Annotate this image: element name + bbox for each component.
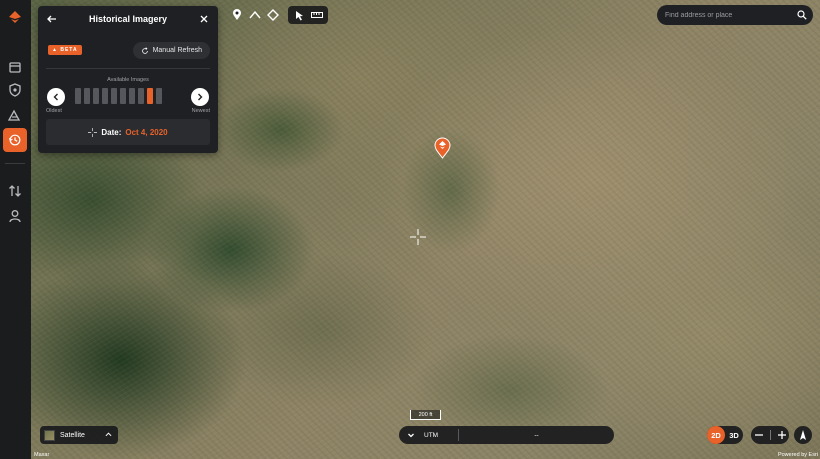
back-arrow-icon[interactable] — [46, 13, 58, 25]
map-marker-icon[interactable] — [434, 137, 451, 159]
zoom-control — [751, 426, 789, 444]
pin-tool[interactable] — [228, 6, 246, 24]
timeline-image[interactable] — [120, 88, 126, 104]
timeline-image[interactable] — [111, 88, 117, 104]
pointer-tool[interactable] — [290, 6, 308, 24]
map-crosshair-icon — [410, 229, 426, 245]
image-timeline[interactable] — [75, 88, 162, 104]
basemap-layer-button[interactable]: Satellite — [40, 426, 118, 444]
beta-badge: ▲ BETA — [48, 45, 82, 55]
coordinate-system-select[interactable]: UTM — [424, 432, 458, 439]
panel-divider — [46, 68, 210, 69]
oldest-label: Oldest — [46, 108, 62, 114]
zoom-out-icon[interactable] — [754, 431, 763, 439]
ruler-icon — [311, 12, 323, 18]
view-mode-toggle: 2D 3D — [707, 426, 743, 444]
user-icon[interactable] — [7, 208, 23, 224]
left-rail — [0, 0, 31, 459]
chevron-left-icon — [53, 93, 58, 101]
coordinate-value: -- — [534, 431, 539, 439]
search-input[interactable] — [665, 11, 791, 19]
timeline-image[interactable] — [75, 88, 81, 104]
timeline-image[interactable] — [84, 88, 90, 104]
refresh-label: Manual Refresh — [152, 47, 202, 54]
chevron-right-icon — [198, 93, 203, 101]
logo-icon[interactable] — [8, 10, 22, 24]
scale-bar: 200 ft — [410, 410, 441, 420]
zoom-divider — [769, 430, 771, 440]
imagery-attribution: Maxar — [34, 452, 50, 458]
pin-icon — [233, 9, 241, 20]
timeline-image[interactable] — [93, 88, 99, 104]
newest-label: Newest — [191, 108, 210, 114]
timeline-image[interactable] — [129, 88, 135, 104]
compass-button[interactable] — [794, 426, 812, 444]
manual-refresh-button[interactable]: Manual Refresh — [132, 42, 210, 59]
close-icon[interactable] — [198, 13, 210, 25]
shield-icon[interactable] — [7, 82, 23, 98]
timeline-image[interactable] — [138, 88, 144, 104]
zoom-in-icon[interactable] — [777, 431, 786, 439]
calendar-icon[interactable] — [7, 59, 23, 75]
rail-divider — [5, 163, 25, 164]
pointer-icon — [295, 10, 303, 20]
line-icon — [249, 10, 261, 19]
crosshair-small-icon — [88, 127, 98, 137]
available-images-label: Available Images — [107, 77, 149, 83]
search-bar — [657, 5, 813, 25]
satellite-thumbnail — [44, 429, 55, 441]
history-icon — [8, 134, 21, 146]
coordinate-bar: UTM -- — [399, 426, 614, 444]
chevron-down-icon[interactable] — [406, 430, 416, 440]
view-2d-button[interactable]: 2D — [707, 426, 725, 444]
area-icon — [267, 9, 279, 21]
area-tool[interactable] — [264, 6, 282, 24]
chevron-up-icon — [105, 432, 112, 437]
timeline-image[interactable] — [102, 88, 108, 104]
previous-image-button[interactable] — [47, 88, 65, 106]
next-image-button[interactable] — [191, 88, 209, 106]
ruler-tool[interactable] — [308, 6, 326, 24]
timeline-image[interactable] — [156, 88, 162, 104]
layer-label: Satellite — [60, 431, 85, 439]
date-value: Oct 4, 2020 — [125, 127, 168, 137]
date-display: Date: Oct 4, 2020 — [46, 119, 210, 145]
timeline-image-selected[interactable] — [147, 88, 153, 104]
search-icon[interactable] — [797, 10, 807, 20]
esri-attribution: Powered by Esri — [777, 452, 818, 458]
panel-header: Historical Imagery — [38, 6, 218, 32]
badge-label: BETA — [60, 47, 78, 53]
compass-icon — [800, 429, 806, 440]
refresh-icon — [141, 46, 148, 54]
panel-title: Historical Imagery — [88, 14, 168, 24]
historical-imagery-panel: Historical Imagery ▲ BETA Manual Refresh… — [38, 6, 218, 153]
view-3d-button[interactable]: 3D — [725, 426, 743, 444]
select-measure-group — [288, 6, 328, 24]
line-tool[interactable] — [246, 6, 264, 24]
history-button[interactable] — [3, 128, 27, 152]
transfer-icon[interactable] — [7, 183, 23, 199]
terrain-icon[interactable] — [7, 107, 23, 123]
map-toolbar — [228, 6, 328, 24]
date-label: Date: — [101, 127, 122, 137]
